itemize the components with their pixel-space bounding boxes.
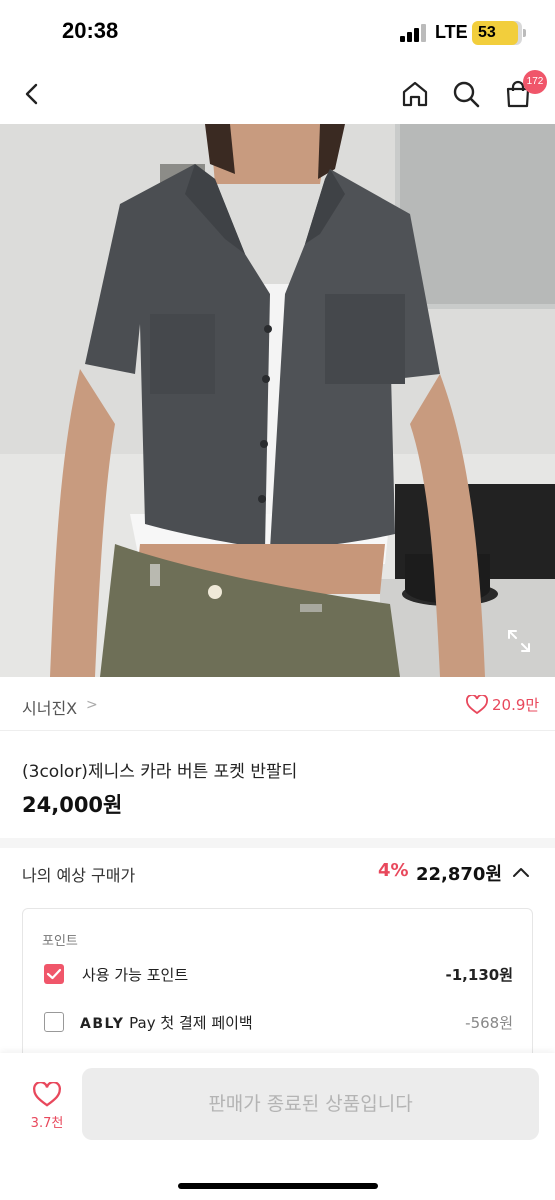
heart-icon: [466, 694, 488, 714]
product-title: (3color)제니스 카라 버튼 포켓 반팔티: [22, 762, 298, 782]
battery-icon: 53: [472, 21, 518, 45]
expected-price-value: 22,870원: [416, 864, 503, 885]
product-image[interactable]: [0, 124, 555, 677]
top-nav: [0, 66, 555, 124]
like-button[interactable]: 20.9만: [466, 694, 539, 715]
payback-row-value: -568원: [465, 1014, 513, 1032]
search-icon[interactable]: [448, 76, 484, 112]
wish-heart-icon[interactable]: [30, 1081, 64, 1112]
back-icon[interactable]: [14, 76, 50, 112]
cart-count-badge: 172: [523, 70, 547, 94]
expand-icon[interactable]: [506, 628, 532, 654]
wish-count: 3.7천: [30, 1116, 64, 1131]
points-panel: [22, 908, 533, 1068]
like-count: 20.9만: [492, 696, 540, 714]
product-price: 24,000원: [22, 793, 123, 817]
points-row-value: -1,130원: [445, 966, 513, 984]
status-bar: 20:38 LTE 53: [0, 0, 555, 66]
signal-icon: [400, 24, 426, 42]
network-type: LTE: [435, 22, 468, 42]
payback-row-label: ABLY Pay 첫 결제 페이백: [80, 1014, 253, 1032]
seller-name[interactable]: 시너진X: [22, 695, 77, 719]
section-divider: [0, 838, 555, 848]
status-time: 20:38: [62, 18, 119, 43]
ably-logo: ABLY: [80, 1016, 125, 1032]
expected-price-label: 나의 예상 구매가: [22, 866, 136, 885]
points-checkbox-checked[interactable]: [44, 964, 64, 984]
expected-discount: 4%: [378, 860, 409, 881]
seller-chevron-icon[interactable]: >: [86, 697, 98, 713]
points-heading: 포인트: [42, 934, 78, 949]
home-icon[interactable]: [397, 76, 433, 112]
chevron-up-icon[interactable]: [510, 862, 532, 884]
battery-tip: [523, 29, 526, 37]
home-indicator: [178, 1183, 378, 1189]
payback-checkbox[interactable]: [44, 1012, 64, 1032]
buy-button-disabled[interactable]: 판매가 종료된 상품입니다: [82, 1068, 539, 1140]
divider: [0, 730, 555, 731]
points-row-label: 사용 가능 포인트: [82, 966, 189, 984]
